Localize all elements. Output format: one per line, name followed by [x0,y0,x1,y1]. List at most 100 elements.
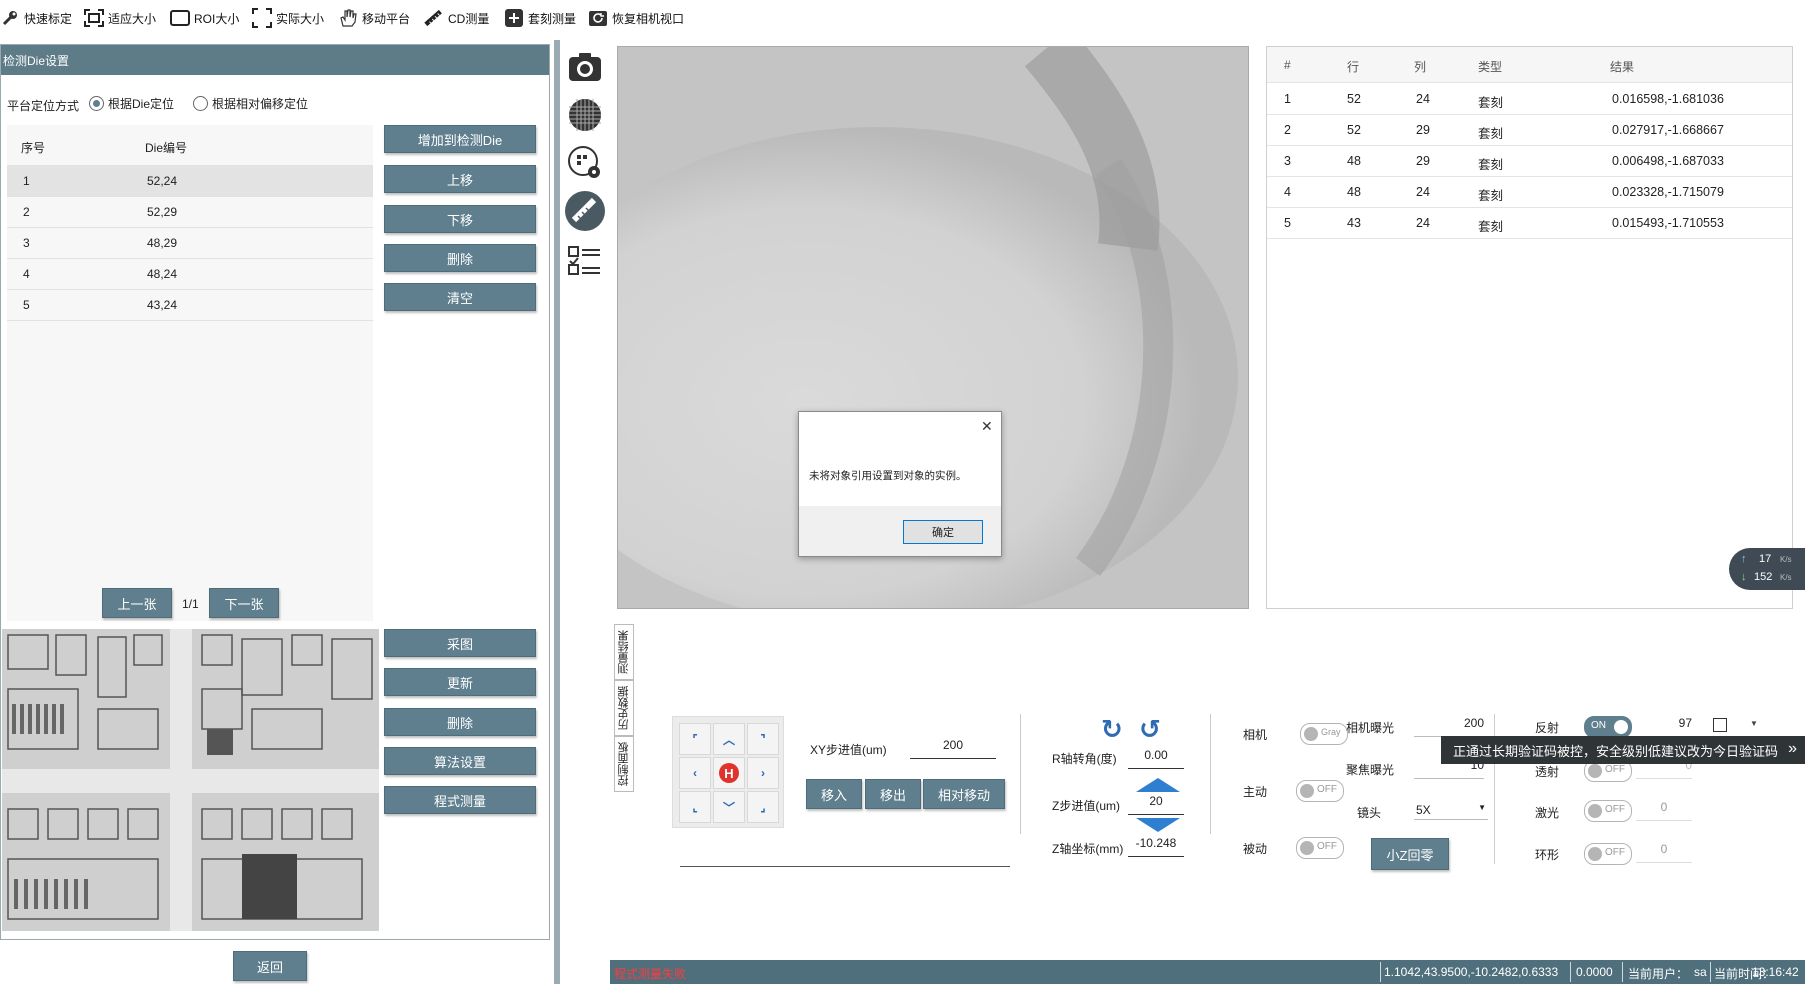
rotate-cw-icon[interactable]: ↺ [1139,714,1161,745]
move-up-right-button[interactable]: ⌝ [747,723,779,755]
tab-history[interactable]: 历史数据 [614,680,634,736]
cd-measure-button[interactable]: CD测量 [424,4,489,32]
relative-move-button[interactable]: 相对移动 [923,779,1005,809]
passive-toggle[interactable]: OFF [1296,837,1344,859]
cam-exposure-input[interactable]: 200 [1414,716,1484,737]
reflect-value-input[interactable]: 97 [1636,716,1692,737]
tab-label: 测量结果 [618,630,630,674]
toggle-knob [1300,784,1314,798]
restore-camera-button[interactable]: 恢复相机视口 [588,4,684,32]
delete-die-button[interactable]: 删除 [384,244,536,272]
active-label: 主动 [1243,785,1268,799]
radio-offset[interactable]: 根据相对偏移定位 [193,95,308,112]
move-up-button[interactable]: 上移 [384,165,536,193]
result-cell-result: 0.023328,-1.715079 [1612,185,1724,199]
tab-control-panel[interactable]: 控制面板 [614,736,634,792]
add-die-button[interactable]: 增加到检测Die [384,125,536,153]
ring-value-input[interactable]: 0 [1636,842,1692,863]
move-left-button[interactable]: ‹ [679,757,711,789]
next-image-button[interactable]: 下一张 [209,588,279,618]
active-toggle[interactable]: OFF [1296,780,1344,802]
z-coord-value: -10.248 [1128,836,1184,857]
die-row[interactable]: 1 52,24 [7,165,373,197]
ring-toggle[interactable]: OFF [1584,843,1632,865]
update-button[interactable]: 更新 [384,668,536,696]
result-row[interactable]: 4 48 24 套刻 0.023328,-1.715079 [1267,176,1792,208]
roi-size-button[interactable]: ROI大小 [170,4,239,32]
dialog-ok-button[interactable]: 确定 [903,520,983,544]
laser-value-input[interactable]: 0 [1636,800,1692,821]
actual-size-button[interactable]: 实际大小 [252,4,324,32]
r-angle-input[interactable]: 0.00 [1128,748,1184,769]
move-up-left-button[interactable]: ⌜ [679,723,711,755]
laser-label: 激光 [1535,806,1560,820]
move-stage-button[interactable]: 移动平台 [338,4,410,32]
reflect-label: 反射 [1535,721,1560,735]
die-row-number: 52,29 [147,204,178,219]
die-row-number: 48,29 [147,235,178,250]
z-coord-label: Z轴坐标(mm) [1052,842,1124,856]
die-table: 序号 Die编号 1 52,24 2 52,29 3 48,29 4 48,24 5 43,24 [7,125,373,621]
z-up-arrow-icon[interactable] [1136,778,1180,792]
wafer-settings-icon[interactable] [564,142,606,184]
lens-select[interactable]: 5X ▼ [1414,800,1488,820]
tab-label: 历史数据 [618,686,630,730]
die-row[interactable]: 5 43,24 [7,289,373,321]
splitter[interactable] [554,40,560,984]
move-down-button[interactable]: 下移 [384,205,536,233]
result-row[interactable]: 2 52 29 套刻 0.027917,-1.668667 [1267,114,1792,146]
home-button[interactable]: H [713,757,745,789]
prev-image-button[interactable]: 上一张 [102,588,172,618]
reflect-toggle[interactable]: ON [1584,716,1632,738]
die-row[interactable]: 2 52,29 [7,196,373,228]
laser-toggle[interactable]: OFF [1584,800,1632,822]
wafer-icon[interactable] [564,94,606,136]
move-down-right-button[interactable]: ⌟ [747,791,779,823]
rotate-ccw-icon[interactable]: ↻ [1101,714,1123,745]
radio-die[interactable]: 根据Die定位 [89,95,174,112]
result-row[interactable]: 5 43 24 套刻 0.015493,-1.710553 [1267,207,1792,239]
status-bar: 程式测量失败 1.1042,43.9500,-10.2482,0.6333 0.… [610,960,1805,984]
result-row[interactable]: 3 48 29 套刻 0.006498,-1.687033 [1267,145,1792,177]
tab-measure-results[interactable]: 测量结果 [614,624,634,680]
overlay-measure-button[interactable]: 套刻测量 [504,4,576,32]
back-button[interactable]: 返回 [233,951,307,981]
result-cell-n: 2 [1284,123,1291,137]
refresh-camera-icon [588,8,608,28]
small-z-zero-button[interactable]: 小Z回零 [1371,838,1449,870]
result-row[interactable]: 1 52 24 套刻 0.016598,-1.681036 [1267,83,1792,115]
checklist-icon[interactable] [564,240,606,282]
capture-button[interactable]: 采图 [384,629,536,657]
move-down-left-button[interactable]: ⌞ [679,791,711,823]
move-out-button[interactable]: 移出 [865,779,921,809]
measure-tool-icon[interactable] [564,190,606,232]
z-down-arrow-icon[interactable] [1136,818,1180,832]
toggle-text: OFF [1605,804,1625,815]
status-user: sa [1694,965,1707,979]
result-cell-type: 套刻 [1478,96,1504,110]
die-row[interactable]: 4 48,24 [7,258,373,290]
toggle-text: OFF [1317,841,1337,852]
move-in-button[interactable]: 移入 [806,779,862,809]
algorithm-settings-button[interactable]: 算法设置 [384,747,536,775]
radio-unchecked-icon [193,96,208,111]
fit-size-button[interactable]: 适应大小 [84,4,156,32]
close-icon[interactable]: ✕ [981,418,993,435]
xy-step-input[interactable]: 200 [910,738,996,759]
move-down-button-pad[interactable]: ﹀ [713,791,745,823]
move-up-button-pad[interactable]: ︿ [713,723,745,755]
quick-calibrate-button[interactable]: 快速标定 [0,4,72,32]
clear-button[interactable]: 清空 [384,283,536,311]
security-tooltip[interactable]: 正通过长期验证码被控，安全级别低建议改为今日验证码 » [1441,736,1805,764]
move-right-button[interactable]: › [747,757,779,789]
passive-label: 被动 [1243,842,1268,856]
reflect-checkbox[interactable] [1713,718,1727,732]
camera-icon[interactable] [564,46,606,88]
delete-image-button[interactable]: 删除 [384,708,536,736]
camera-toggle[interactable]: Gray [1300,723,1348,745]
program-measure-button[interactable]: 程式测量 [384,786,536,814]
die-row[interactable]: 3 48,29 [7,227,373,259]
z-step-input[interactable]: 20 [1128,794,1184,815]
chevron-down-icon[interactable]: ▼ [1750,719,1758,728]
corner-up-left-icon: ⌜ [692,732,698,746]
